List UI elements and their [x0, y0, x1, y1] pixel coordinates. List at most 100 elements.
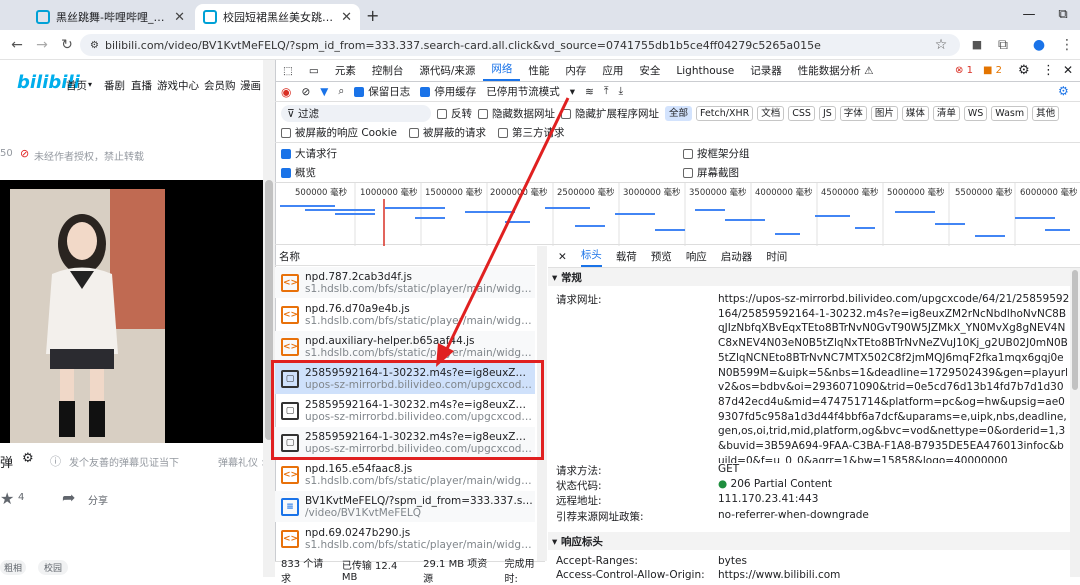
nav-live[interactable]: 直播: [131, 78, 152, 93]
close-detail-icon[interactable]: ✕: [558, 251, 567, 263]
filter-input[interactable]: ⊽ 过滤: [281, 104, 431, 122]
type-ws[interactable]: WS: [963, 105, 988, 121]
type-js[interactable]: JS: [818, 105, 836, 121]
close-devtools-icon[interactable]: ✕: [1063, 63, 1073, 77]
type-media[interactable]: 媒体: [901, 105, 929, 121]
site-info-icon[interactable]: ⚙: [90, 40, 99, 51]
bookmark-star-icon[interactable]: ☆: [932, 37, 950, 53]
hide-ext-checkbox[interactable]: 隐藏扩展程序网址: [561, 106, 659, 121]
request-row[interactable]: <> npd.165.e54faac8.js s1.hdslb.com/bfs/s…: [275, 459, 535, 490]
profile-icon[interactable]: ●: [1030, 37, 1048, 53]
browser-tab-2[interactable]: 校园短裙黑丝美女跳舞。_哔哩哔 ✕: [195, 4, 360, 30]
script-icon: <>: [281, 529, 299, 548]
danmaku-input[interactable]: 发个友善的弹幕见证当下: [69, 454, 179, 469]
tab-headers[interactable]: 标头: [580, 246, 602, 267]
general-section-header[interactable]: ▾ 常规: [548, 268, 1080, 286]
tab-lighthouse[interactable]: Lighthouse: [668, 65, 742, 77]
tab-response[interactable]: 响应: [686, 249, 707, 264]
back-icon[interactable]: ←: [8, 37, 26, 53]
type-font[interactable]: 字体: [839, 105, 867, 121]
extensions-puzzle-icon[interactable]: ⧉: [994, 37, 1012, 53]
address-bar[interactable]: ⚙ bilibili.com/video/BV1KvtMeFELQ/?spm_i…: [80, 34, 960, 56]
nav-game[interactable]: 游戏中心: [157, 78, 199, 93]
search-icon[interactable]: ⌕: [338, 85, 344, 98]
tab-recorder[interactable]: 记录器: [742, 63, 790, 78]
network-settings-icon[interactable]: ⚙: [1058, 84, 1069, 98]
new-tab-button[interactable]: +: [366, 6, 379, 25]
screenshots-checkbox[interactable]: 屏幕截图: [683, 165, 739, 180]
tab-preview[interactable]: 预览: [651, 249, 672, 264]
bilibili-favicon-icon: [203, 10, 217, 24]
import-icon[interactable]: ⤒: [604, 85, 609, 98]
nav-vip[interactable]: 会员购: [204, 78, 236, 93]
clear-icon[interactable]: ⊘: [301, 86, 310, 98]
tab-initiator[interactable]: 启动器: [721, 249, 753, 264]
no-repost-notice: 未经作者授权，禁止转载: [34, 152, 144, 163]
type-img[interactable]: 图片: [870, 105, 898, 121]
tab-application[interactable]: 应用: [594, 63, 631, 78]
warning-count[interactable]: ■ 2: [983, 65, 1002, 76]
group-frame-checkbox[interactable]: 按框架分组: [683, 146, 750, 161]
script-icon: <>: [281, 273, 299, 292]
wifi-icon[interactable]: ≋: [585, 86, 594, 98]
tab-memory[interactable]: 内存: [557, 63, 594, 78]
request-row[interactable]: <> npd.69.0247b290.js s1.hdslb.com/bfs/st…: [275, 523, 535, 554]
type-all[interactable]: 全部: [665, 105, 693, 121]
nav-anime[interactable]: 番剧: [104, 78, 125, 93]
minimize-button[interactable]: —: [1012, 4, 1046, 26]
tag-2[interactable]: 校园: [38, 560, 69, 575]
tab-console[interactable]: 控制台: [364, 63, 412, 78]
url-label: 请求网址:: [556, 294, 602, 306]
inspect-icon[interactable]: ⬚: [275, 65, 301, 77]
filter-funnel-icon[interactable]: ▼: [320, 86, 328, 98]
more-icon[interactable]: ⋮: [1042, 63, 1055, 78]
preserve-log-checkbox[interactable]: 保留日志: [354, 84, 410, 99]
type-css[interactable]: CSS: [788, 105, 815, 121]
browser-tab-1[interactable]: 黑丝跳舞-哔哩哔哩_bilibili ✕: [28, 4, 193, 30]
device-toolbar-icon[interactable]: ▭: [301, 65, 327, 77]
type-doc[interactable]: 文档: [757, 105, 785, 121]
danmaku-settings-icon[interactable]: ⚙: [22, 451, 34, 466]
type-wasm[interactable]: Wasm: [991, 105, 1029, 121]
tab-security[interactable]: 安全: [631, 63, 668, 78]
timeline-tick: 5500000 毫秒: [955, 187, 1013, 198]
close-tab-icon[interactable]: ✕: [174, 10, 185, 25]
danmaku-etiquette-link[interactable]: 弹幕礼仪 >: [218, 454, 270, 469]
tag-1[interactable]: 粗相: [0, 560, 27, 575]
settings-gear-icon[interactable]: ⚙: [1018, 63, 1030, 78]
share-icon[interactable]: ➦: [62, 488, 75, 507]
type-other[interactable]: 其他: [1032, 105, 1060, 121]
tab-performance[interactable]: 性能: [520, 63, 557, 78]
share-label[interactable]: 分享: [88, 492, 108, 507]
blocked-cookies-checkbox[interactable]: 被屏蔽的响应 Cookie: [281, 125, 397, 140]
tab-perf-insights[interactable]: 性能数据分析 ⚠: [790, 63, 882, 78]
no-repost-icon: ⊘: [20, 147, 30, 160]
nav-comic[interactable]: 漫画: [240, 78, 261, 93]
detail-scrollbar[interactable]: [1070, 268, 1080, 577]
coin-icon[interactable]: ★: [0, 489, 14, 508]
tab-network[interactable]: 网络: [483, 60, 521, 81]
response-headers-section-header[interactable]: ▾ 响应标头: [548, 532, 1070, 550]
danmaku-toggle-icon[interactable]: 弹: [0, 452, 13, 471]
big-rows-label: 大请求行: [295, 147, 337, 160]
reload-icon[interactable]: ↻: [58, 37, 76, 53]
menu-icon[interactable]: ⋮: [1058, 37, 1076, 53]
type-manifest[interactable]: 清单: [932, 105, 960, 121]
network-overview[interactable]: 500000 毫秒 1000000 毫秒 1500000 毫秒 2000000 …: [275, 182, 1080, 246]
tab-elements[interactable]: 元素: [327, 63, 364, 78]
header-key: Access-Control-Allow-Origin:: [556, 569, 705, 581]
forward-icon[interactable]: →: [33, 37, 51, 53]
request-row[interactable]: ≡ BV1KvtMeFELQ/?spm_id_from=333.337.sear…: [275, 491, 535, 522]
extension-icon[interactable]: ■: [968, 37, 986, 53]
page-scrollbar[interactable]: [263, 60, 275, 577]
error-count[interactable]: ⊗ 1: [955, 65, 973, 76]
close-tab-icon[interactable]: ✕: [341, 10, 352, 25]
tab-sources[interactable]: 源代码/来源: [411, 63, 483, 78]
tab-payload[interactable]: 载荷: [616, 249, 637, 264]
restore-button[interactable]: ⧉: [1046, 4, 1080, 26]
nav-home[interactable]: 首页: [66, 78, 87, 93]
tab-timing[interactable]: 时间: [766, 249, 787, 264]
record-icon[interactable]: ◉: [281, 85, 291, 99]
export-icon[interactable]: ⤓: [619, 85, 624, 98]
type-fetch[interactable]: Fetch/XHR: [696, 105, 754, 121]
